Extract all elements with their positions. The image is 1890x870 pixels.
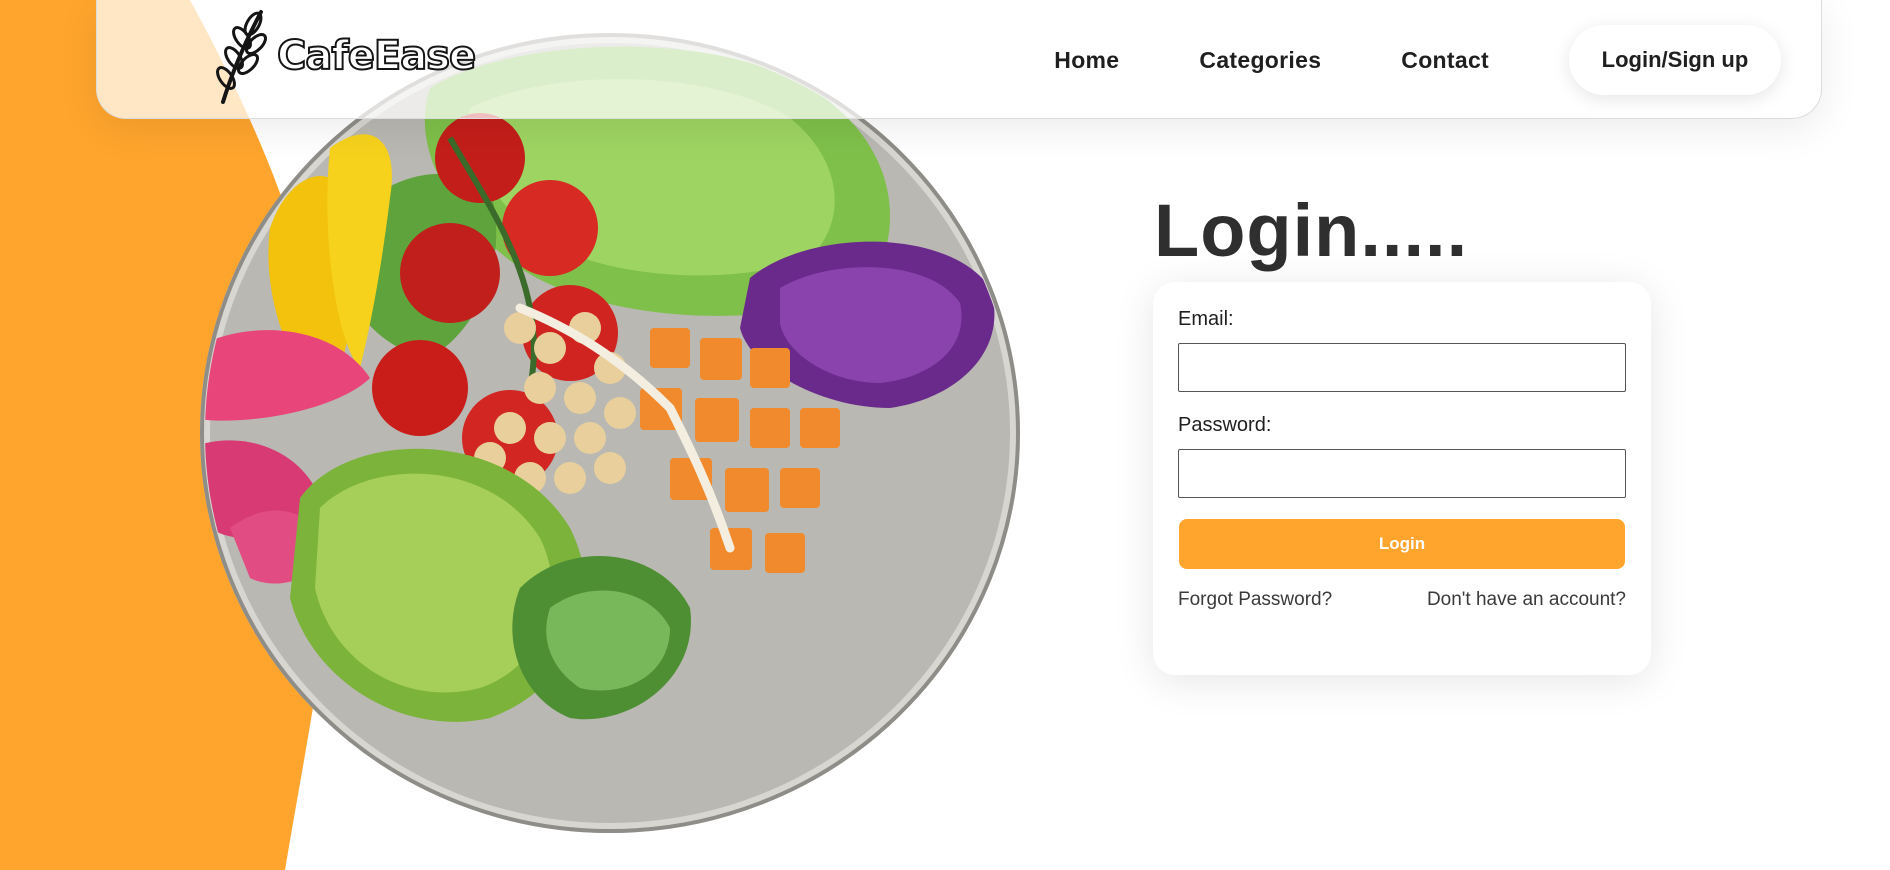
password-label: Password: bbox=[1178, 414, 1272, 436]
login-button[interactable]: Login bbox=[1179, 519, 1625, 569]
brand-name: CafeEase bbox=[276, 32, 477, 80]
login-signup-button[interactable]: Login/Sign up bbox=[1569, 25, 1781, 95]
login-form: Email: Password: Login Forgot Password? … bbox=[1153, 282, 1651, 675]
nav-link-contact[interactable]: Contact bbox=[1401, 47, 1489, 74]
nav-link-home[interactable]: Home bbox=[1054, 47, 1119, 74]
nav-link-categories[interactable]: Categories bbox=[1199, 47, 1321, 74]
site-header: CafeEase Home Categories Contact Login/S… bbox=[96, 0, 1822, 119]
brand-logo[interactable]: CafeEase bbox=[209, 6, 477, 106]
salad-bowl-image bbox=[200, 33, 1020, 833]
main-nav: Home Categories Contact Login/Sign up bbox=[1054, 25, 1781, 95]
forgot-password-link[interactable]: Forgot Password? bbox=[1178, 589, 1332, 611]
email-input[interactable] bbox=[1178, 343, 1626, 392]
wheat-icon bbox=[216, 10, 267, 104]
login-title: Login..... bbox=[1154, 189, 1469, 272]
login-page: CafeEase Home Categories Contact Login/S… bbox=[0, 0, 1890, 870]
password-input[interactable] bbox=[1178, 449, 1626, 498]
form-links: Forgot Password? Don't have an account? bbox=[1178, 589, 1626, 611]
signup-link[interactable]: Don't have an account? bbox=[1427, 589, 1626, 611]
email-label: Email: bbox=[1178, 308, 1234, 330]
